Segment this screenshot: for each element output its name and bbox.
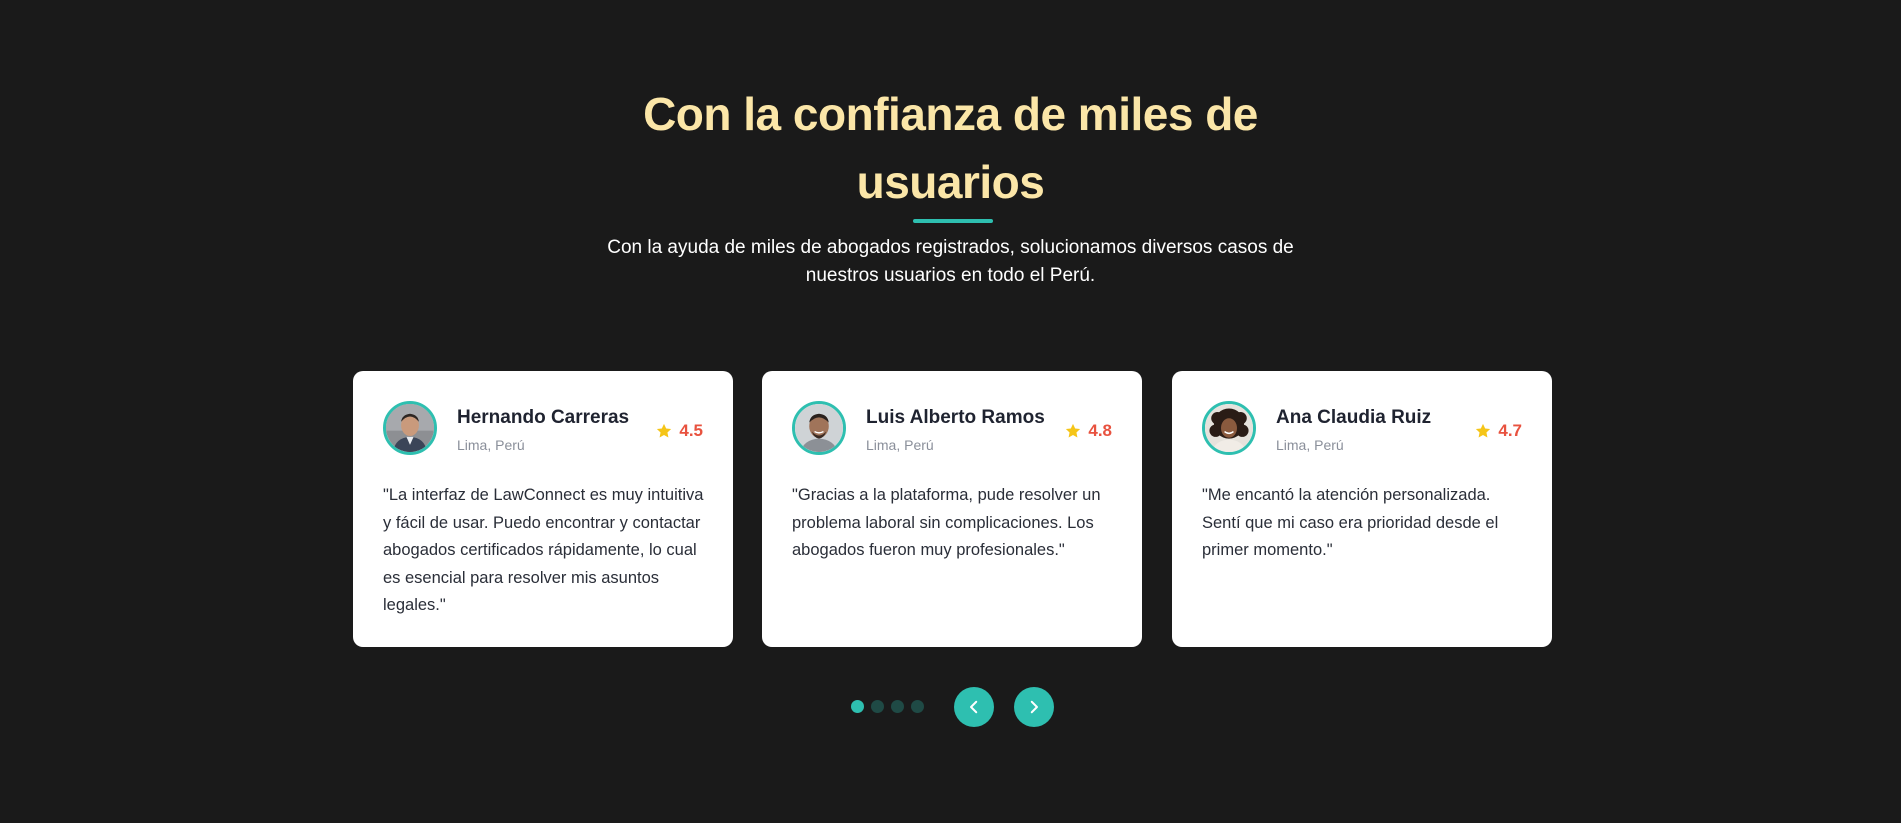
avatar-portrait	[1205, 404, 1253, 452]
testimonial-card: Hernando Carreras Lima, Perú 4.5 "La int…	[353, 371, 733, 647]
rating-value: 4.8	[1088, 421, 1112, 440]
carousel-dot-1[interactable]	[851, 700, 864, 713]
chevron-left-icon	[970, 700, 978, 714]
carousel-dot-3[interactable]	[891, 700, 904, 713]
avatar-portrait	[386, 404, 434, 452]
carousel-pagination	[851, 700, 924, 713]
avatar	[792, 401, 846, 455]
section-subtitle: Con la ayuda de miles de abogados regist…	[607, 237, 1294, 286]
testimonial-quote: "La interfaz de LawConnect es muy intuit…	[383, 486, 704, 614]
avatar	[383, 401, 437, 455]
reviewer-name: Luis Alberto Ramos	[866, 407, 1045, 428]
star-icon	[657, 423, 672, 438]
section-title-line-1: Con la confianza de miles de	[643, 88, 1258, 140]
avatar-portrait	[795, 404, 843, 452]
carousel-dot-4[interactable]	[911, 700, 924, 713]
avatar	[1202, 401, 1256, 455]
carousel-dot-2[interactable]	[871, 700, 884, 713]
testimonial-quote: "Gracias a la plataforma, pude resolver …	[792, 486, 1101, 559]
reviewer-location: Lima, Perú	[457, 437, 525, 453]
reviewer-name: Ana Claudia Ruiz	[1276, 407, 1432, 428]
rating: 4.8	[1064, 421, 1112, 441]
rating: 4.7	[1474, 421, 1522, 441]
star-icon	[1476, 423, 1491, 438]
carousel-next-button[interactable]	[1014, 687, 1054, 727]
testimonial-quote: "Me encantó la atención personalizada. S…	[1202, 486, 1499, 559]
rating-value: 4.7	[1498, 421, 1522, 440]
testimonial-card: Ana Claudia Ruiz Lima, Perú 4.7 "Me enca…	[1172, 371, 1552, 647]
chevron-right-icon	[1030, 700, 1038, 714]
rating-value: 4.5	[679, 421, 703, 440]
section-title: Con la confianza de miles de usuarios	[0, 80, 1901, 216]
star-icon	[1066, 423, 1081, 438]
reviewer-name: Hernando Carreras	[457, 407, 630, 428]
reviewer-location: Lima, Perú	[1276, 437, 1344, 453]
rating: 4.5	[655, 421, 703, 441]
reviewer-location: Lima, Perú	[866, 437, 934, 453]
title-underline	[913, 219, 993, 223]
carousel-prev-button[interactable]	[954, 687, 994, 727]
testimonials-section: Con la confianza de miles de usuarios Co…	[0, 0, 1901, 823]
testimonial-card: Luis Alberto Ramos Lima, Perú 4.8 "Graci…	[762, 371, 1142, 647]
section-title-line-2: usuarios	[856, 156, 1045, 208]
